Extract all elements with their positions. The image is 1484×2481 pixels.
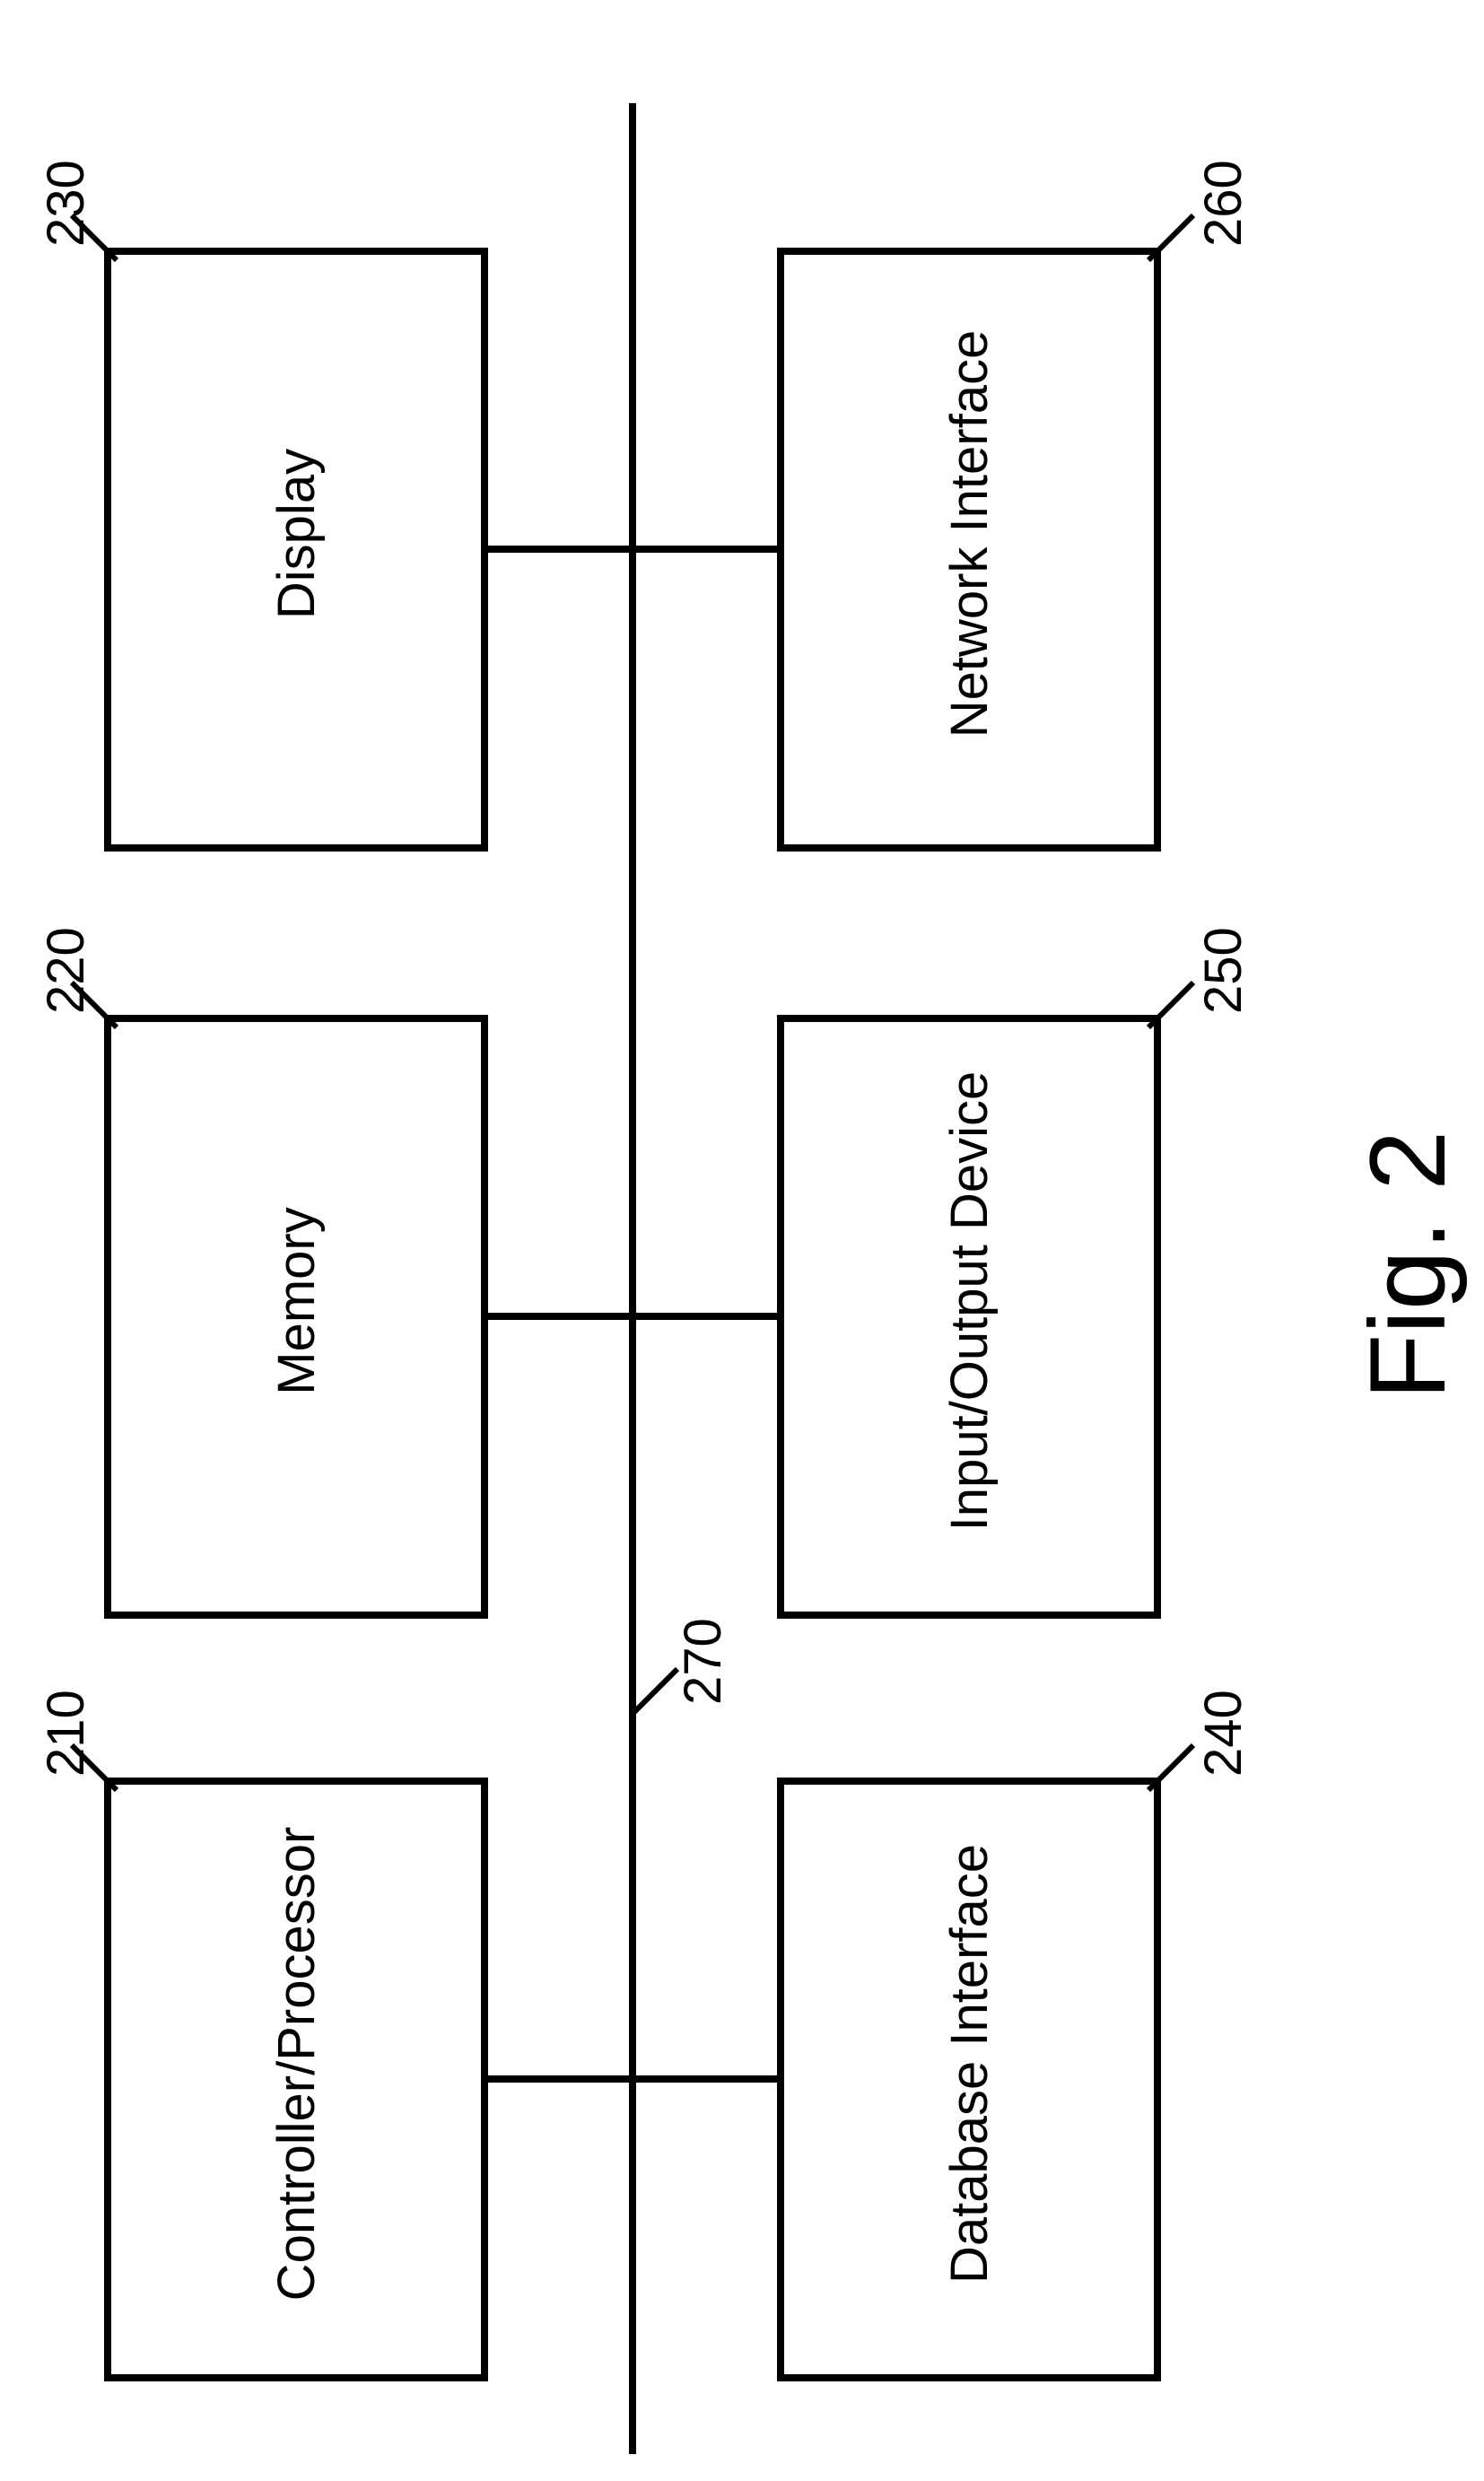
block-210-ref: 210 xyxy=(36,1633,90,1777)
block-250-label: Input/Output Device xyxy=(745,1077,1193,1525)
block-250-ref: 250 xyxy=(1193,870,1247,1014)
block-240-label: Database Interface xyxy=(745,1839,1193,2288)
block-220-ref: 220 xyxy=(36,870,90,1014)
block-210-label: Controller/Processor xyxy=(72,1839,520,2288)
block-230-label: Display xyxy=(72,310,520,758)
block-230-ref: 230 xyxy=(36,103,90,247)
figure-label: Fig. 2 xyxy=(1346,1041,1453,1400)
block-220-label: Memory xyxy=(72,1077,520,1525)
block-260-ref: 260 xyxy=(1193,103,1247,247)
block-260-label: Network Interface xyxy=(745,310,1193,758)
block-240-ref: 240 xyxy=(1193,1633,1247,1777)
bus-ref: 270 xyxy=(673,1561,727,1705)
